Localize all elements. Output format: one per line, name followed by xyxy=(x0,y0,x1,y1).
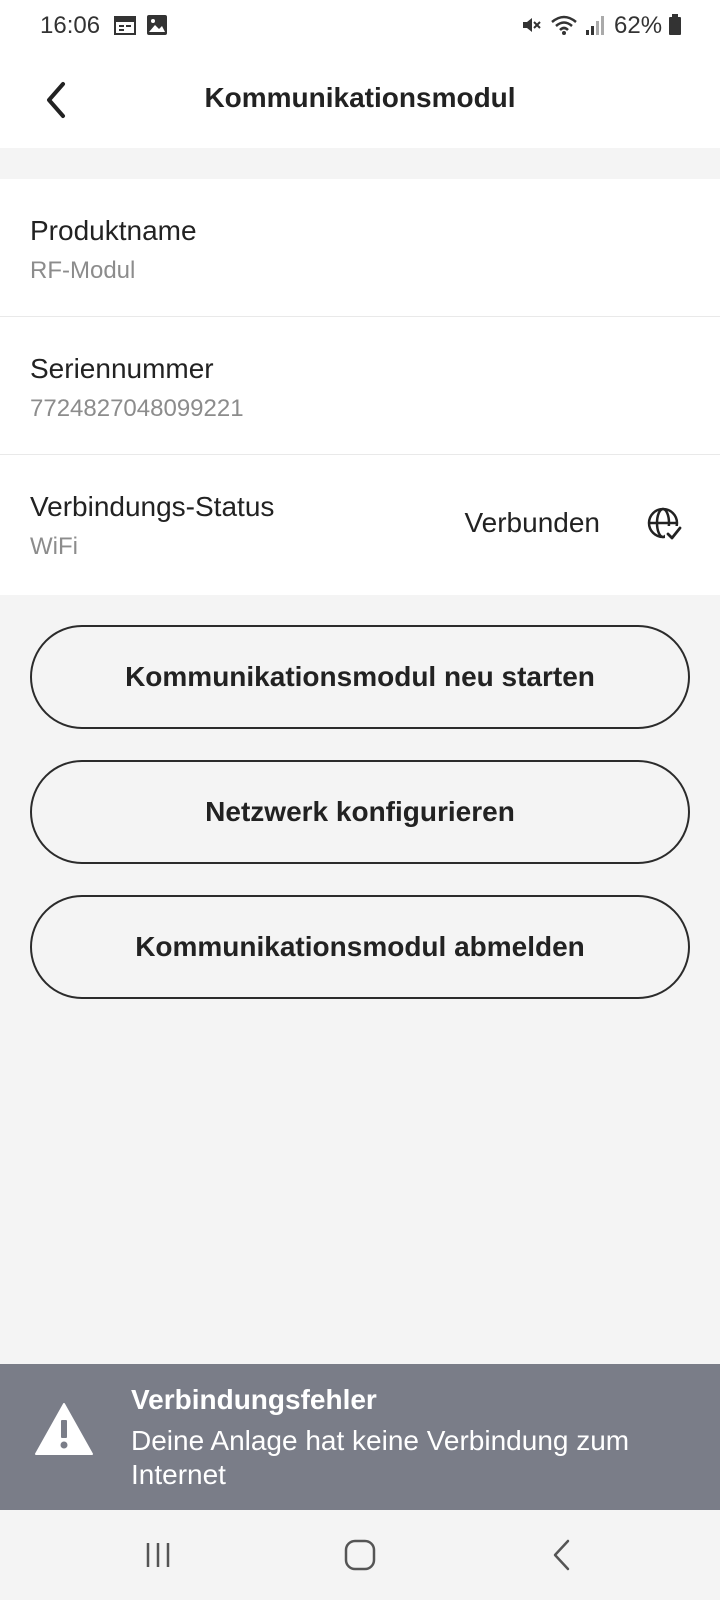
image-icon xyxy=(147,15,167,35)
warning-icon xyxy=(35,1403,93,1455)
app-header: Kommunikationsmodul xyxy=(0,52,720,148)
signal-icon xyxy=(586,16,604,35)
connection-status-row: Verbindungs-Status WiFi Verbunden xyxy=(0,455,720,593)
calendar-icon xyxy=(114,16,136,35)
status-bar: 16:06 62% xyxy=(0,0,720,52)
logout-module-button[interactable]: Kommunikationsmodul abmelden xyxy=(30,895,690,999)
error-title: Verbindungsfehler xyxy=(131,1384,377,1415)
system-nav-bar xyxy=(0,1510,720,1600)
connection-type-value: WiFi xyxy=(30,533,78,560)
back-icon xyxy=(553,1539,570,1571)
configure-network-button[interactable]: Netzwerk konfigurieren xyxy=(30,760,690,864)
error-banner: Verbindungsfehler Deine Anlage hat keine… xyxy=(0,1364,720,1510)
recent-apps-icon xyxy=(146,1543,170,1567)
product-name-label: Produktname xyxy=(30,215,197,246)
battery-percent: 62% xyxy=(614,12,663,39)
home-icon xyxy=(344,1539,376,1571)
system-back-button[interactable] xyxy=(522,1530,602,1580)
recent-apps-button[interactable] xyxy=(118,1530,198,1580)
mute-icon xyxy=(523,18,541,32)
serial-number-label: Seriennummer xyxy=(30,353,214,384)
globe-check-icon xyxy=(647,507,683,542)
wifi-icon xyxy=(551,15,577,35)
connection-status-label: Verbindungs-Status xyxy=(30,491,275,522)
page-title: Kommunikationsmodul xyxy=(204,82,516,113)
restart-module-button[interactable]: Kommunikationsmodul neu starten xyxy=(30,625,690,729)
info-card: Produktname RF-Modul Seriennummer 772482… xyxy=(0,179,720,595)
home-button[interactable] xyxy=(320,1530,400,1580)
status-time: 16:06 xyxy=(40,12,101,39)
product-name-row: Produktname RF-Modul xyxy=(0,179,720,317)
serial-number-value: 7724827048099221 xyxy=(30,395,244,422)
error-message: Deine Anlage hat keine Verbindung zum In… xyxy=(131,1425,630,1490)
battery-icon xyxy=(669,14,681,35)
product-name-value: RF-Modul xyxy=(30,257,136,284)
serial-number-row: Seriennummer 7724827048099221 xyxy=(0,317,720,455)
connection-status-value: Verbunden xyxy=(464,507,600,538)
